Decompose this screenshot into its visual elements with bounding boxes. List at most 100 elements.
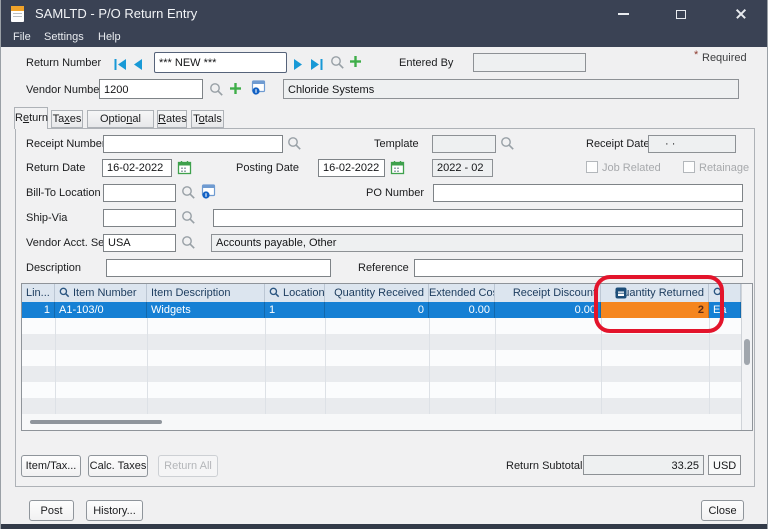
grid-empty-row bbox=[22, 334, 741, 350]
return-number-input[interactable]: *** NEW *** bbox=[154, 52, 287, 73]
col-header-item-number[interactable]: Item Number bbox=[55, 284, 147, 302]
receipt-date-label: Receipt Date bbox=[586, 138, 650, 150]
tab-return[interactable]: Return bbox=[14, 107, 48, 129]
tab-totals[interactable]: Totals bbox=[191, 110, 224, 128]
vendor-add-icon[interactable] bbox=[229, 82, 242, 100]
bill-to-search-icon[interactable] bbox=[181, 185, 196, 205]
post-button[interactable]: Post bbox=[29, 500, 74, 521]
ship-via-input[interactable] bbox=[103, 209, 176, 227]
vertical-scrollbar-thumb[interactable] bbox=[744, 339, 750, 365]
minimize-icon bbox=[618, 13, 629, 15]
template-search-icon[interactable] bbox=[500, 136, 515, 156]
receipt-date-field: · · bbox=[648, 135, 736, 153]
cell-receipt-discount[interactable]: 0.00 bbox=[495, 302, 601, 318]
vertical-scrollbar[interactable] bbox=[741, 284, 752, 430]
cell-item-description[interactable]: Widgets bbox=[147, 302, 265, 318]
previous-record-icon[interactable] bbox=[133, 57, 143, 75]
cell-line[interactable]: 1 bbox=[22, 302, 55, 318]
reference-label: Reference bbox=[358, 262, 409, 274]
col-header-quantity-received[interactable]: Quantity Received bbox=[325, 284, 429, 302]
col-header-receipt-discount[interactable]: Receipt Discount bbox=[495, 284, 601, 302]
vendor-number-input[interactable]: 1200 bbox=[99, 79, 203, 99]
item-tax-button[interactable]: Item/Tax... bbox=[21, 455, 81, 477]
horizontal-scrollbar[interactable] bbox=[22, 414, 741, 430]
item-number-search-icon bbox=[59, 286, 70, 302]
po-number-label: PO Number bbox=[366, 187, 424, 199]
job-related-label: Job Related bbox=[602, 162, 661, 174]
menu-settings[interactable]: Settings bbox=[40, 28, 88, 47]
reference-input[interactable] bbox=[414, 259, 743, 277]
history-button[interactable]: History... bbox=[86, 500, 143, 521]
cell-location[interactable]: 1 bbox=[265, 302, 325, 318]
vendor-acct-set-label: Vendor Acct. Set * bbox=[26, 237, 115, 249]
col-header-item-description[interactable]: Item Description bbox=[147, 284, 265, 302]
vendor-search-icon[interactable] bbox=[209, 82, 224, 102]
posting-date-input[interactable]: 16-02-2022 bbox=[318, 159, 385, 177]
ship-via-label: Ship-Via bbox=[26, 212, 67, 224]
return-number-search-icon[interactable] bbox=[330, 55, 345, 75]
maximize-button[interactable] bbox=[664, 0, 698, 28]
tab-optional-fields[interactable]: Optional Fields bbox=[87, 110, 154, 128]
ship-via-name-input[interactable] bbox=[213, 209, 743, 227]
entered-by-field bbox=[473, 53, 586, 72]
quantity-returned-drilldown-icon bbox=[615, 287, 627, 302]
grid-empty-row bbox=[22, 318, 741, 334]
return-subtotal-label: Return Subtotal bbox=[506, 460, 582, 472]
new-return-add-icon[interactable] bbox=[349, 55, 362, 73]
window-bottom-edge bbox=[1, 524, 768, 529]
menu-file[interactable]: File bbox=[9, 28, 35, 47]
po-return-entry-window: SAMLTD - P/O Return Entry File Settings … bbox=[0, 0, 768, 529]
tab-taxes[interactable]: Taxes bbox=[51, 110, 83, 128]
cell-unit[interactable]: Ea bbox=[709, 302, 741, 318]
receipt-number-input[interactable] bbox=[103, 135, 283, 153]
close-icon bbox=[735, 8, 747, 20]
cell-quantity-returned[interactable]: 2 bbox=[601, 302, 709, 318]
return-number-label: Return Number bbox=[26, 57, 101, 69]
description-input[interactable] bbox=[106, 259, 331, 277]
vendor-number-label: Vendor Number bbox=[26, 84, 103, 96]
detail-grid: Lin... Item Number Item Description Loca… bbox=[21, 283, 753, 431]
col-header-quantity-returned[interactable]: Quantity Returned bbox=[601, 284, 709, 302]
cell-quantity-received[interactable]: 0 bbox=[325, 302, 429, 318]
vendor-finder-icon[interactable] bbox=[251, 80, 266, 100]
close-window-button[interactable] bbox=[724, 0, 758, 28]
first-record-icon[interactable] bbox=[114, 57, 127, 75]
cell-extended-cost[interactable]: 0.00 bbox=[429, 302, 495, 318]
horizontal-scrollbar-thumb[interactable] bbox=[30, 420, 162, 424]
vendor-name-field: Chloride Systems bbox=[283, 79, 739, 99]
bill-to-finder-icon[interactable] bbox=[201, 184, 216, 204]
col-header-unit[interactable] bbox=[709, 284, 741, 302]
template-label: Template bbox=[374, 138, 419, 150]
location-search-icon bbox=[269, 286, 280, 302]
maximize-icon bbox=[676, 10, 686, 19]
grid-empty-row bbox=[22, 398, 741, 414]
calc-taxes-button[interactable]: Calc. Taxes bbox=[88, 455, 148, 477]
return-date-calendar-icon[interactable] bbox=[177, 160, 192, 180]
tab-rates[interactable]: Rates bbox=[157, 110, 187, 128]
posting-date-label: Posting Date bbox=[236, 162, 299, 174]
close-button[interactable]: Close bbox=[701, 500, 744, 521]
vendor-acct-set-input[interactable]: USA bbox=[103, 234, 176, 252]
po-number-input[interactable] bbox=[433, 184, 743, 202]
col-header-location[interactable]: Location bbox=[265, 284, 325, 302]
col-header-extended-cost[interactable]: Extended Cost bbox=[429, 284, 495, 302]
retainage-checkbox bbox=[683, 161, 695, 173]
ship-via-search-icon[interactable] bbox=[181, 210, 196, 230]
cell-item-number[interactable]: A1-103/0 bbox=[55, 302, 147, 318]
receipt-number-search-icon[interactable] bbox=[287, 136, 302, 156]
grid-empty-row bbox=[22, 366, 741, 382]
required-asterisk: * bbox=[694, 49, 698, 61]
menu-help[interactable]: Help bbox=[94, 28, 125, 47]
return-date-input[interactable]: 16-02-2022 bbox=[102, 159, 172, 177]
minimize-button[interactable] bbox=[606, 0, 640, 28]
unit-search-icon bbox=[713, 286, 724, 302]
last-record-icon[interactable] bbox=[310, 57, 323, 75]
vendor-acct-search-icon[interactable] bbox=[181, 235, 196, 255]
posting-date-calendar-icon[interactable] bbox=[390, 160, 405, 180]
description-label: Description bbox=[26, 262, 81, 274]
col-header-line[interactable]: Lin... bbox=[22, 284, 55, 302]
bill-to-location-input[interactable] bbox=[103, 184, 176, 202]
window-title: SAMLTD - P/O Return Entry bbox=[35, 6, 197, 21]
template-field bbox=[432, 135, 496, 153]
next-record-icon[interactable] bbox=[293, 57, 303, 75]
